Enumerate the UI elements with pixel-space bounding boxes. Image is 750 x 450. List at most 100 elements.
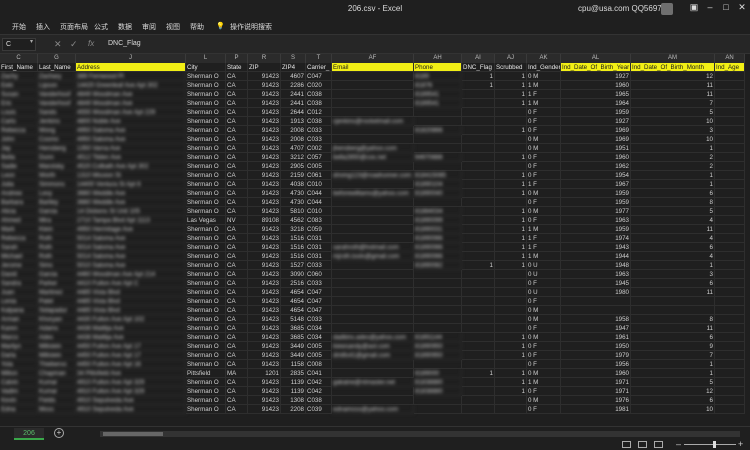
table-cell[interactable]: Darla <box>0 351 38 360</box>
table-cell[interactable]: 1963 <box>561 270 631 279</box>
table-cell[interactable] <box>715 297 745 306</box>
table-cell[interactable]: sarahroth@hotmail.com <box>332 243 414 252</box>
table-cell[interactable]: 2516 <box>281 279 306 288</box>
table-cell[interactable]: Pittsfield <box>186 369 226 378</box>
table-cell[interactable]: 2905 <box>281 162 306 171</box>
table-cell[interactable]: Sherman O <box>186 387 226 396</box>
table-cell[interactable]: 1 F <box>527 180 561 189</box>
table-cell[interactable]: 5014 Saloma Ave <box>76 234 186 243</box>
table-cell[interactable]: 1 <box>495 333 527 342</box>
table-cell[interactable]: 8189000 <box>414 369 462 378</box>
tab-insert[interactable]: 插入 <box>36 22 50 32</box>
table-cell[interactable] <box>495 144 527 153</box>
table-cell[interactable]: 11 <box>631 324 715 333</box>
table-cell[interactable]: C047 <box>306 288 332 297</box>
table-cell[interactable]: CA <box>226 324 248 333</box>
table-cell[interactable]: 1971 <box>561 387 631 396</box>
table-cell[interactable]: 91423 <box>248 198 281 207</box>
table-cell[interactable]: 81890066 <box>414 243 462 252</box>
table-cell[interactable]: 1913 <box>281 117 306 126</box>
table-cell[interactable]: 1158 <box>281 360 306 369</box>
table-cell[interactable] <box>332 324 414 333</box>
table-cell[interactable]: 0 F <box>527 405 561 414</box>
table-cell[interactable]: 1350 Varna Ave <box>76 144 186 153</box>
table-cell[interactable] <box>332 225 414 234</box>
table-cell[interactable]: 5810 <box>281 207 306 216</box>
table-cell[interactable]: 1927 <box>561 117 631 126</box>
table-cell[interactable]: Vanderhoof <box>38 90 76 99</box>
table-cell[interactable]: 4038 <box>281 180 306 189</box>
table-cell[interactable]: Roth <box>38 234 76 243</box>
table-cell[interactable]: C038 <box>306 396 332 405</box>
table-cell[interactable]: 91423 <box>248 162 281 171</box>
table-cell[interactable]: Yola <box>0 360 38 369</box>
table-cell[interactable]: Sherman O <box>186 342 226 351</box>
table-cell[interactable]: Sherman O <box>186 225 226 234</box>
table-cell[interactable]: 81890104 <box>414 180 462 189</box>
table-cell[interactable]: C047 <box>306 306 332 315</box>
table-cell[interactable]: 1 <box>495 171 527 180</box>
table-cell[interactable]: mjroth.tools@gmail.com <box>332 252 414 261</box>
tab-home[interactable]: 开始 <box>12 22 26 32</box>
table-cell[interactable]: 1 <box>495 234 527 243</box>
table-cell[interactable] <box>715 126 745 135</box>
table-cell[interactable]: CA <box>226 135 248 144</box>
table-cell[interactable]: 1 <box>462 72 495 81</box>
table-cell[interactable] <box>715 189 745 198</box>
table-cell[interactable]: Julia <box>0 180 38 189</box>
table-cell[interactable] <box>462 198 495 207</box>
table-cell[interactable] <box>414 135 462 144</box>
table-cell[interactable]: Mark <box>0 225 38 234</box>
account-name[interactable]: cpu@usa.com QQ569743 <box>578 4 671 13</box>
table-cell[interactable] <box>495 396 527 405</box>
table-cell[interactable]: 0 F <box>527 216 561 225</box>
table-cell[interactable]: NV <box>226 216 248 225</box>
table-cell[interactable] <box>495 162 527 171</box>
table-cell[interactable]: 14420 Greenleaf Ave Apt 302 <box>76 81 186 90</box>
table-cell[interactable]: 1981 <box>561 405 631 414</box>
table-cell[interactable] <box>332 369 414 378</box>
table-cell[interactable]: 0 F <box>527 126 561 135</box>
table-cell[interactable]: 12 <box>631 387 715 396</box>
table-cell[interactable] <box>715 117 745 126</box>
table-cell[interactable]: CA <box>226 252 248 261</box>
table-cell[interactable] <box>715 315 745 324</box>
table-cell[interactable]: 81890950 <box>414 351 462 360</box>
table-cell[interactable]: 1 M <box>527 99 561 108</box>
minimize-icon[interactable]: – <box>704 2 716 12</box>
table-cell[interactable]: 5 <box>631 207 715 216</box>
table-cell[interactable]: 0 F <box>527 162 561 171</box>
table-cell[interactable]: 91423 <box>248 189 281 198</box>
table-cell[interactable]: 91423 <box>248 270 281 279</box>
header-cell[interactable]: Ind_Date_Of_Birth_Month <box>631 63 715 72</box>
table-cell[interactable] <box>414 144 462 153</box>
table-cell[interactable] <box>715 405 745 414</box>
table-cell[interactable]: Sherman O <box>186 108 226 117</box>
table-cell[interactable]: Simmons <box>38 180 76 189</box>
table-cell[interactable]: 1 <box>495 72 527 81</box>
table-cell[interactable]: 0 F <box>527 360 561 369</box>
table-cell[interactable]: 1964 <box>561 99 631 108</box>
table-cell[interactable]: Calvin <box>0 378 38 387</box>
table-cell[interactable]: 3212 <box>281 153 306 162</box>
tab-help[interactable]: 帮助 <box>190 22 204 32</box>
table-cell[interactable] <box>332 396 414 405</box>
table-cell[interactable]: Sherman O <box>186 117 226 126</box>
zoom-out-icon[interactable]: – <box>676 439 681 449</box>
table-cell[interactable]: CA <box>226 387 248 396</box>
table-cell[interactable] <box>332 279 414 288</box>
table-cell[interactable]: 0 M <box>527 333 561 342</box>
table-cell[interactable]: Kumar <box>38 387 76 396</box>
table-cell[interactable]: C031 <box>306 252 332 261</box>
table-cell[interactable]: 4910 Fulton Ave Apt 329 <box>76 378 186 387</box>
table-cell[interactable] <box>715 288 745 297</box>
table-cell[interactable]: 0 F <box>527 342 561 351</box>
table-cell[interactable]: C038 <box>306 90 332 99</box>
table-cell[interactable] <box>495 108 527 117</box>
table-cell[interactable] <box>462 324 495 333</box>
table-cell[interactable]: Roth <box>38 252 76 261</box>
column-header-t[interactable]: T <box>306 54 332 63</box>
table-cell[interactable]: Dunn <box>38 153 76 162</box>
table-cell[interactable]: C047 <box>306 72 332 81</box>
table-cell[interactable] <box>462 135 495 144</box>
